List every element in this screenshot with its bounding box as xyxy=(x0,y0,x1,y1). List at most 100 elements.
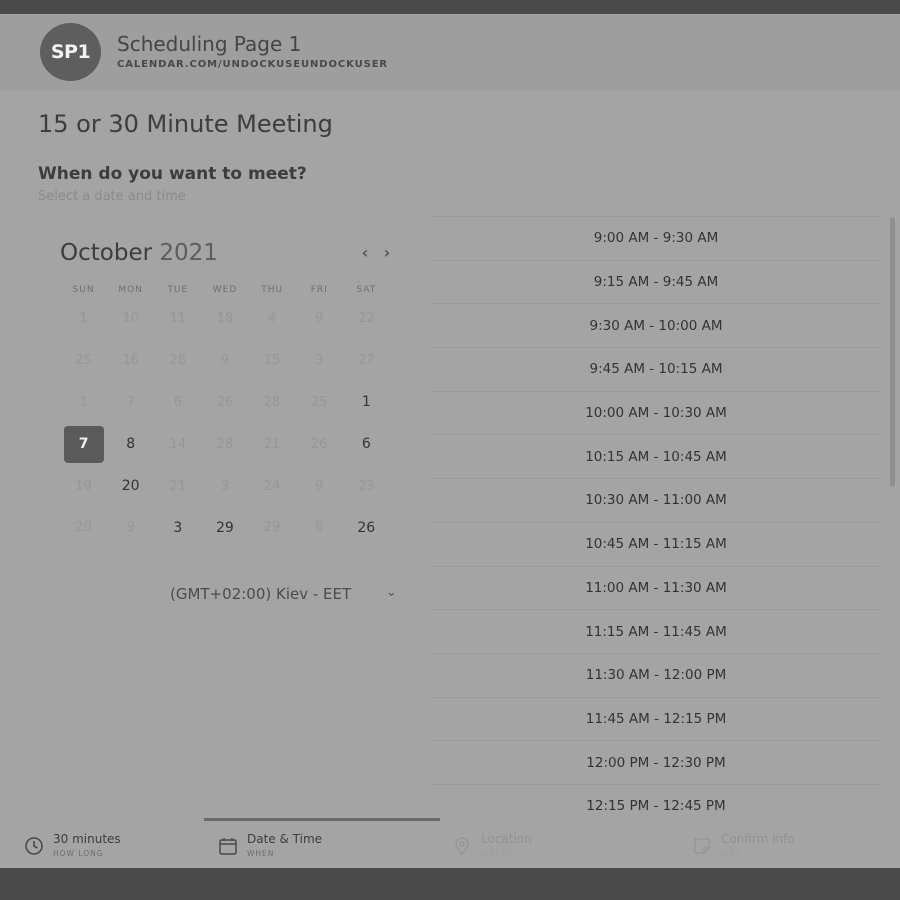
step-sublabel: WHEN xyxy=(247,849,275,858)
time-slot[interactable]: 11:00 AM - 11:30 AM xyxy=(432,565,880,610)
time-slot[interactable]: 9:45 AM - 10:15 AM xyxy=(432,347,880,391)
unavailable-date: 3 xyxy=(296,340,343,382)
step-label: Location xyxy=(481,832,532,846)
year-label: 2021 xyxy=(159,240,218,266)
date-number: 11 xyxy=(169,311,187,327)
date-number: 9 xyxy=(220,353,230,369)
available-date[interactable]: 6 xyxy=(343,423,390,465)
unavailable-date: 15 xyxy=(249,340,296,382)
unavailable-date: 8 xyxy=(296,507,343,549)
weekday-label: THU xyxy=(261,285,284,295)
date-number: 23 xyxy=(358,478,375,494)
time-slot[interactable]: 10:30 AM - 11:00 AM xyxy=(432,478,880,522)
unavailable-date: 26 xyxy=(201,382,248,424)
unavailable-date: 23 xyxy=(343,465,390,507)
calendar-month-label: October 2021 xyxy=(60,240,218,266)
time-slot[interactable]: 10:15 AM - 10:45 AM xyxy=(432,434,880,478)
time-slot[interactable]: 10:45 AM - 11:15 AM xyxy=(432,521,880,566)
location-pin-icon xyxy=(455,837,469,856)
step-label: Confirm Info xyxy=(721,832,795,846)
weekday-label: SAT xyxy=(356,285,377,295)
date-number: 3 xyxy=(220,478,230,494)
date-number: 7 xyxy=(63,425,104,463)
available-date[interactable]: 26 xyxy=(343,507,390,549)
time-slot[interactable]: 9:15 AM - 9:45 AM xyxy=(432,259,880,304)
date-number: 28 xyxy=(169,353,187,369)
time-slot[interactable]: 9:00 AM - 9:30 AM xyxy=(432,216,880,260)
timezone-selector[interactable]: (GMT+02:00) Kiev - EET xyxy=(170,585,351,603)
page-title: Scheduling Page 1 xyxy=(117,32,302,56)
date-number: 24 xyxy=(263,478,281,494)
month-name: October xyxy=(60,240,153,266)
date-number: 27 xyxy=(358,353,375,369)
unavailable-date: 9 xyxy=(201,340,248,382)
date-number: 9 xyxy=(315,478,324,494)
date-number: 4 xyxy=(267,311,277,327)
page-url: CALENDAR.COM/UNDOCKUSEUNDOCKUSER xyxy=(117,59,389,70)
date-number: 16 xyxy=(122,353,139,369)
unavailable-date: 1 xyxy=(60,298,107,340)
date-number: 25 xyxy=(310,394,328,410)
date-number: 10 xyxy=(122,311,139,327)
unavailable-date: 11 xyxy=(154,298,201,340)
time-slot-list[interactable]: 9:00 AM - 9:30 AM 9:15 AM - 9:45 AM 9:30 A… xyxy=(432,216,880,818)
available-date[interactable]: 3 xyxy=(154,507,201,549)
step-label: Date & Time xyxy=(247,832,323,846)
unavailable-date: 18 xyxy=(201,298,248,340)
active-step-indicator xyxy=(204,818,440,821)
chevron-right-icon[interactable]: › xyxy=(380,243,394,262)
time-slot[interactable]: 11:30 AM - 12:00 PM xyxy=(432,652,880,697)
time-slot[interactable]: 12:00 PM - 12:30 PM xyxy=(432,740,880,784)
time-slot[interactable]: 12:15 PM - 12:45 PM xyxy=(432,783,880,818)
chevron-down-icon[interactable]: ⌄ xyxy=(386,585,397,600)
unavailable-date: 24 xyxy=(249,465,296,507)
document-icon xyxy=(694,838,710,854)
top-frame xyxy=(0,0,900,14)
unavailable-date: 21 xyxy=(249,423,296,465)
weekday-header: SUN MON TUE WED THU FRI SAT xyxy=(60,285,390,295)
prompt-subtitle: Select a date and time xyxy=(38,189,186,204)
date-number: 26 xyxy=(357,519,376,536)
date-number: 6 xyxy=(361,436,371,453)
available-date[interactable]: 20 xyxy=(107,465,154,507)
unavailable-date: 9 xyxy=(107,507,154,549)
date-number: 6 xyxy=(173,394,182,410)
date-number: 28 xyxy=(216,436,234,452)
unavailable-date: 3 xyxy=(201,465,248,507)
bottom-frame xyxy=(0,868,900,900)
date-number: 8 xyxy=(126,436,136,453)
weekday-label: FRI xyxy=(310,285,328,295)
progress-steps: 30 minutes HOW LONG Date & Time WHEN Loc… xyxy=(0,818,900,868)
unavailable-date: 28 xyxy=(154,340,201,382)
date-number: 15 xyxy=(263,353,281,369)
date-number: 21 xyxy=(263,436,281,452)
time-slot[interactable]: 11:15 AM - 11:45 AM xyxy=(432,609,880,653)
available-date[interactable]: 8 xyxy=(107,423,154,465)
unavailable-date: 22 xyxy=(343,298,390,340)
unavailable-date: 16 xyxy=(107,340,154,382)
chevron-left-icon[interactable]: ‹ xyxy=(358,243,372,262)
date-number: 20 xyxy=(75,520,92,536)
date-number: 21 xyxy=(169,478,187,494)
unavailable-date: 25 xyxy=(60,340,107,382)
selected-date[interactable]: 7 xyxy=(60,423,107,465)
time-slot[interactable]: 11:45 AM - 12:15 PM xyxy=(432,696,880,741)
date-number: 8 xyxy=(315,520,324,536)
weekday-label: SUN xyxy=(72,285,95,295)
unavailable-date: 27 xyxy=(343,340,390,382)
unavailable-date: 14 xyxy=(154,423,201,465)
available-date[interactable]: 29 xyxy=(201,507,248,549)
time-slot[interactable]: 10:00 AM - 10:30 AM xyxy=(432,390,880,435)
unavailable-date: 28 xyxy=(201,423,248,465)
scrollbar[interactable] xyxy=(890,217,895,487)
time-slot[interactable]: 9:30 AM - 10:00 AM xyxy=(432,303,880,347)
date-number: 9 xyxy=(315,311,324,327)
unavailable-date: 10 xyxy=(107,298,154,340)
date-number: 26 xyxy=(310,436,328,452)
unavailable-date: 19 xyxy=(60,465,107,507)
available-date[interactable]: 1 xyxy=(343,382,390,424)
step-sublabel: WHO xyxy=(721,849,743,858)
unavailable-date: 9 xyxy=(296,465,343,507)
date-number: 22 xyxy=(358,311,375,327)
unavailable-date: 9 xyxy=(296,298,343,340)
